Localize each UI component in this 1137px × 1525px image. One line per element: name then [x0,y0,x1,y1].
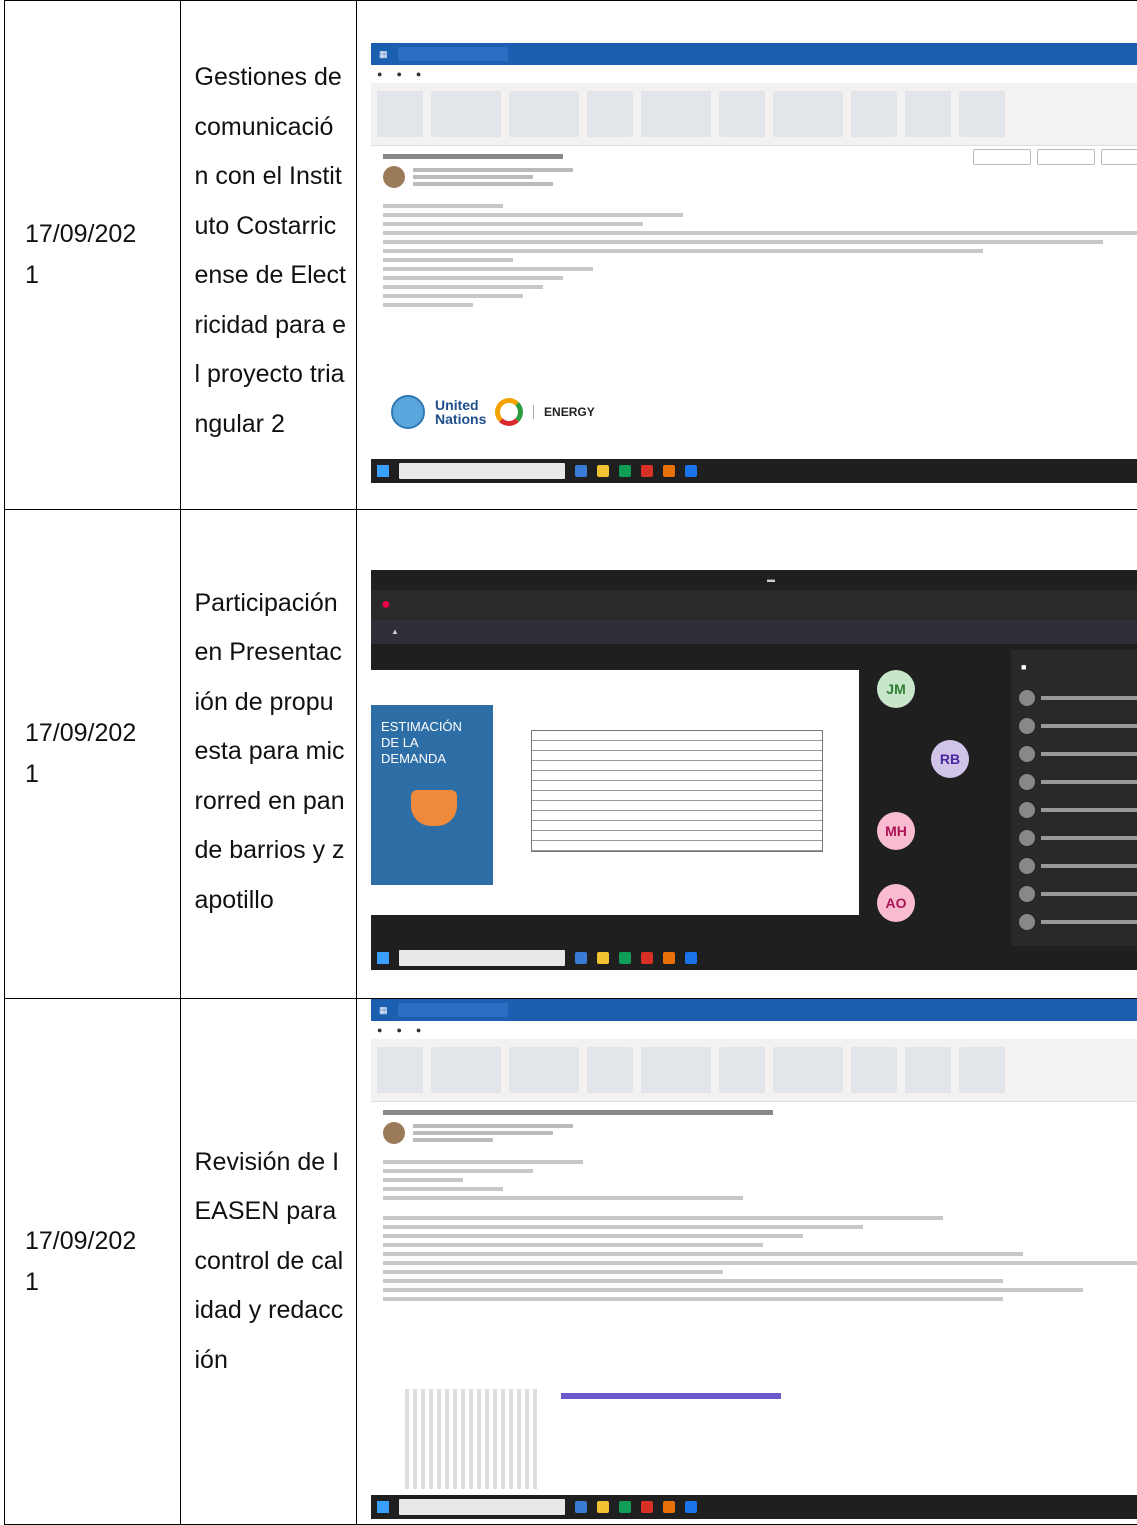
taskbar-search [399,463,565,479]
creative-commons-image [401,1389,541,1489]
sender-avatar [383,1122,405,1144]
email-subject [371,1102,1137,1119]
hand-icon [411,790,457,826]
recording-banner: ▲ [371,620,1137,644]
date-cell: 17/09/2021 [5,999,181,1525]
taskbar [371,1495,1137,1519]
energy-ring-icon [495,398,523,426]
taskbar-search [399,1499,565,1515]
energy-logo-text: ENERGY [533,405,595,419]
table-row: 17/09/2021 Participación en Presentación… [5,510,1137,999]
activity-log-table: 17/09/2021 Gestiones de comunicación con… [4,0,1137,1525]
meeting-controls: ● [371,590,1137,620]
taskbar-search [399,950,565,966]
search-bar [398,47,508,61]
email-sender [371,1119,1137,1147]
un-logo-text: United Nations [435,398,485,426]
participant-avatar: AO [877,884,915,922]
email-body [371,191,1137,320]
window-titlebar: ▦ [371,43,1137,65]
activity-text: Revisión de IEASEN para control de calid… [195,1138,347,1386]
screenshot-cell: ▬ ● ▲ ESTIMACIÓN DE LA DEMANDA JM RB MH … [357,510,1137,999]
email-body [371,1147,1137,1314]
windows-start-icon [377,1501,389,1513]
participant-avatar: JM [877,670,915,708]
activity-cell: Participación en Presentación de propues… [180,510,357,999]
signature-logos: United Nations ENERGY [391,395,595,429]
table-row: 17/09/2021 Gestiones de comunicación con… [5,1,1137,510]
screenshot-cell: ▦ ●●● United Nations ENERGY [357,1,1137,510]
ribbon [371,1039,1137,1102]
un-globe-icon [391,395,425,429]
menu-bar: ●●● [371,65,1137,83]
meeting-titlebar: ▬ [371,570,1137,590]
link-title [561,1393,781,1399]
table-row: 17/09/2021 Revisión de IEASEN para contr… [5,999,1137,1525]
windows-start-icon [377,952,389,964]
windows-start-icon [377,465,389,477]
demand-table [531,730,823,852]
participants-panel: ■ [1011,650,1137,946]
participant-avatar: RB [931,740,969,778]
date-text: 17/09/2021 [25,214,150,296]
outlook-screenshot: ▦ ●●● United Nations ENERGY [371,43,1137,483]
date-text: 17/09/2021 [25,713,150,795]
activity-cell: Revisión de IEASEN para control de calid… [180,999,357,1525]
email-sender [371,163,1137,191]
ribbon [371,83,1137,146]
date-text: 17/09/2021 [25,1221,150,1303]
activity-cell: Gestiones de comunicación con el Institu… [180,1,357,510]
teams-screenshot: ▬ ● ▲ ESTIMACIÓN DE LA DEMANDA JM RB MH … [371,570,1137,970]
menu-bar: ●●● [371,1021,1137,1039]
activity-text: Gestiones de comunicación con el Institu… [195,53,347,449]
activity-text: Participación en Presentación de propues… [195,579,347,926]
screenshot-cell: ▦ ●●● [357,999,1137,1525]
taskbar [371,459,1137,483]
window-titlebar: ▦ [371,999,1137,1021]
date-cell: 17/09/2021 [5,1,181,510]
search-bar [398,1003,508,1017]
participant-avatar: MH [877,812,915,850]
date-cell: 17/09/2021 [5,510,181,999]
taskbar [371,946,1137,970]
shared-slide: ESTIMACIÓN DE LA DEMANDA [371,670,859,915]
reply-buttons [973,149,1137,165]
outlook-screenshot: ▦ ●●● [371,999,1137,1519]
sender-avatar [383,166,405,188]
